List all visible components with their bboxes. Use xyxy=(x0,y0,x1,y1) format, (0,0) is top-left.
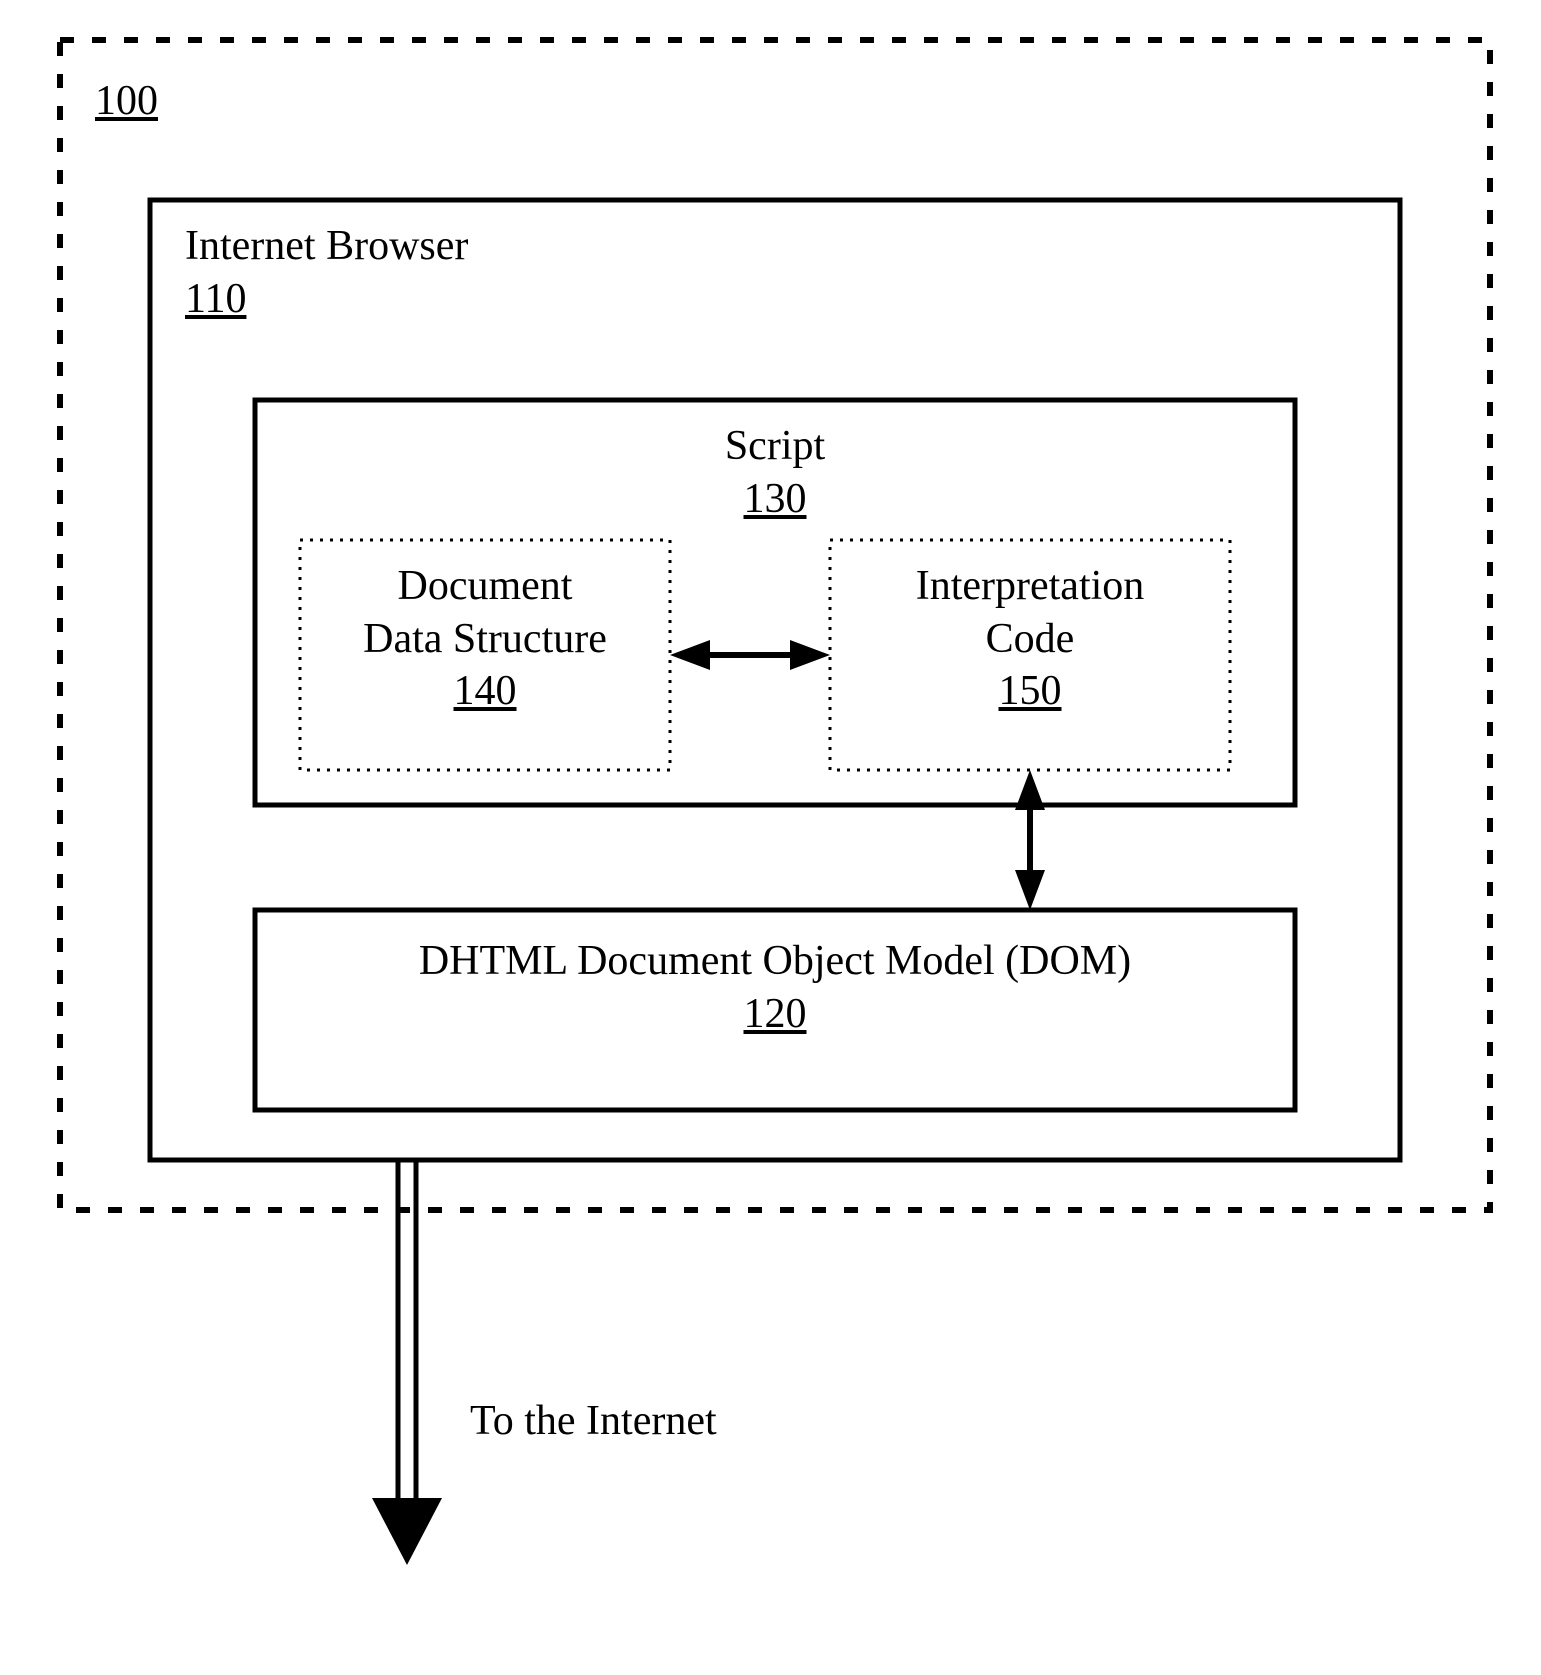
outer-ref-num: 100 xyxy=(95,78,158,124)
interp-label: Interpretation Code 150 xyxy=(830,560,1230,718)
script-ref: 130 xyxy=(744,476,807,522)
diagram-canvas: 100 Internet Browser 110 Script 130 Docu… xyxy=(0,0,1541,1675)
script-title: Script xyxy=(725,423,825,469)
script-label: Script 130 xyxy=(255,420,1295,525)
browser-ref: 110 xyxy=(185,276,246,322)
docdata-title2: Data Structure xyxy=(363,616,607,662)
dom-title: DHTML Document Object Model (DOM) xyxy=(419,938,1131,984)
dom-ref: 120 xyxy=(744,991,807,1037)
browser-title: Internet Browser xyxy=(185,223,468,269)
internet-label: To the Internet xyxy=(470,1395,717,1448)
arrow-docdata-interp xyxy=(670,640,830,670)
internet-label-text: To the Internet xyxy=(470,1398,717,1444)
interp-ref: 150 xyxy=(999,668,1062,714)
browser-label: Internet Browser 110 xyxy=(185,220,585,325)
arrow-to-internet xyxy=(372,1160,442,1565)
outer-ref: 100 xyxy=(95,75,158,128)
interp-title2: Code xyxy=(986,616,1075,662)
docdata-label: Document Data Structure 140 xyxy=(300,560,670,718)
dom-label: DHTML Document Object Model (DOM) 120 xyxy=(255,935,1295,1040)
docdata-title1: Document xyxy=(398,563,573,609)
interp-title1: Interpretation xyxy=(916,563,1145,609)
arrow-interp-dom xyxy=(1015,770,1045,910)
docdata-ref: 140 xyxy=(454,668,517,714)
